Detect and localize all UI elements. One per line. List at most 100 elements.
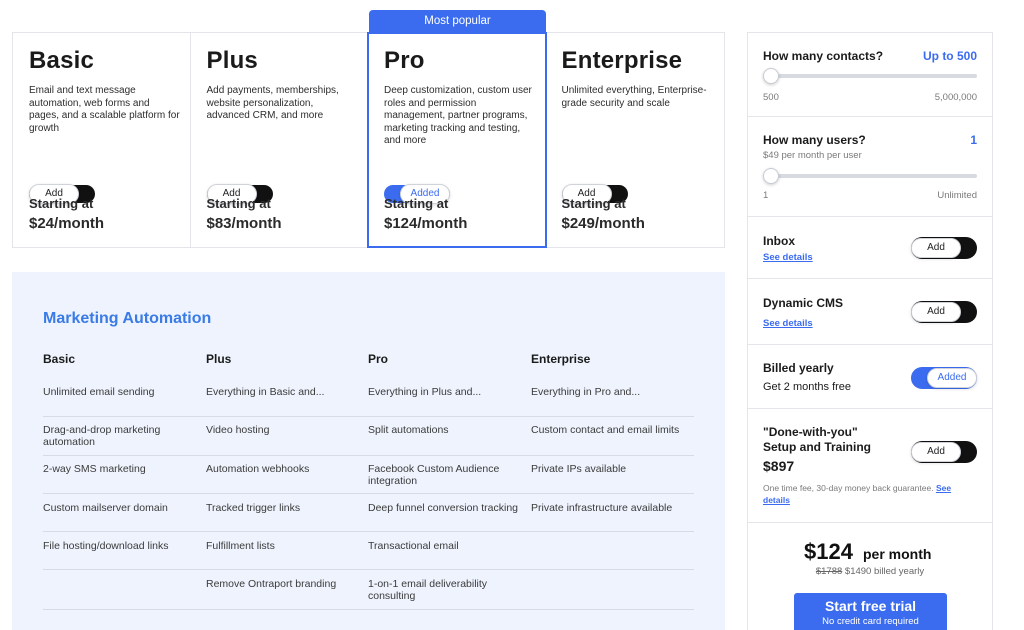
feature-cell: Deep funnel conversion tracking [368,502,519,514]
contacts-value: Up to 500 [922,49,977,63]
feature-row: Remove Ontraport branding 1-on-1 email d… [43,570,694,610]
feature-row: Unlimited email sending Everything in Ba… [43,378,694,417]
setup-add-toggle[interactable]: Add [911,441,977,463]
users-slider-thumb[interactable] [763,168,779,184]
setup-price: $897 [763,458,795,474]
users-label: How many users? [763,133,866,147]
feature-row: Custom mailserver domain Tracked trigger… [43,494,694,532]
feature-cell: Everything in Pro and... [531,386,641,398]
inbox-section: Inbox See details Add [748,217,992,279]
feature-cell: Everything in Basic and... [206,386,325,398]
plan-cards: Basic Email and text message automation,… [12,32,725,248]
users-value: 1 [970,133,977,147]
feature-row: 2-way SMS marketing Automation webhooks … [43,456,694,494]
price-lead: Starting at [561,196,626,211]
start-free-trial-button[interactable]: Start free trial No credit card required [794,593,947,630]
users-slider-track[interactable] [763,174,977,178]
total-billed-yearly: $1788 $1490 billed yearly [748,566,992,577]
feature-cell: 1-on-1 email deliverability consulting [368,578,488,602]
cms-section: Dynamic CMS See details Add [748,279,992,345]
feature-row: File hosting/download links Fulfillment … [43,532,694,570]
setup-note-text: One time fee, 30-day money back guarante… [763,483,934,493]
plan-description: Add payments, memberships, website perso… [206,85,339,121]
column-header-plus: Plus [206,352,232,366]
feature-cell: Tracked trigger links [206,502,301,514]
setup-label-line1: "Done-with-you" [763,425,858,439]
billing-section: Billed yearly Get 2 months free Added [748,345,992,409]
feature-cell: Drag-and-drop marketing automation [43,424,161,448]
plan-card-basic[interactable]: Basic Email and text message automation,… [13,33,191,247]
plan-name: Enterprise [561,47,683,74]
feature-cell: Everything in Plus and... [368,386,482,398]
plan-price: $24/month [29,215,105,232]
feature-comparison: Marketing Automation Basic Plus Pro Ente… [12,272,725,630]
feature-cell: Remove Ontraport branding [206,578,337,590]
plan-name: Plus [206,47,258,74]
most-popular-badge: Most popular [369,10,546,34]
plan-price: $249/month [561,215,645,232]
feature-cell: Private infrastructure available [531,502,673,514]
cms-see-details-link[interactable]: See details [763,318,813,329]
total-per-month: per month [863,546,932,562]
feature-cell: Unlimited email sending [43,386,155,398]
feature-cell: Video hosting [206,424,270,436]
toggle-label: Add [911,238,961,258]
feature-cell: Automation webhooks [206,463,310,475]
features-title: Marketing Automation [43,310,212,327]
plan-description: Unlimited everything, Enterprise-grade s… [561,85,707,109]
plan-price: $124/month [384,215,468,232]
original-yearly-price: $1788 [815,566,843,577]
feature-cell: Split automations [368,424,449,436]
feature-cell: File hosting/download links [43,540,169,552]
contacts-label: How many contacts? [763,49,884,63]
inbox-see-details-link[interactable]: See details [763,252,813,263]
plan-name: Pro [384,47,425,74]
feature-cell: Fulfillment lists [206,540,275,552]
plan-price: $83/month [206,215,282,232]
users-min: 1 [763,190,769,201]
billing-discount: Get 2 months free [763,381,852,393]
cms-add-toggle[interactable]: Add [911,301,977,323]
users-price-note: $49 per month per user [763,150,862,161]
price-lead: Starting at [29,196,94,211]
contacts-slider-thumb[interactable] [763,68,779,84]
contacts-slider-track[interactable] [763,74,977,78]
column-header-enterprise: Enterprise [531,352,591,366]
plan-card-pro[interactable]: Pro Deep customization, custom user role… [367,32,547,248]
feature-cell: Custom contact and email limits [531,424,680,436]
toggle-label: Add [911,442,961,462]
feature-cell: 2-way SMS marketing [43,463,146,475]
feature-cell: Custom mailserver domain [43,502,168,514]
feature-cell: Transactional email [368,540,459,552]
toggle-label: Added [927,368,977,388]
plan-name: Basic [29,47,95,74]
cta-sublabel: No credit card required [822,616,919,627]
plan-card-enterprise[interactable]: Enterprise Unlimited everything, Enterpr… [546,33,725,247]
billed-yearly-toggle[interactable]: Added [911,367,977,389]
discounted-yearly-price: $1490 billed yearly [844,566,925,577]
plan-card-plus[interactable]: Plus Add payments, memberships, website … [191,33,368,247]
users-section: How many users? 1 $49 per month per user… [748,117,992,217]
users-max: Unlimited [937,190,977,201]
feature-cell: Facebook Custom Audience integration [368,463,500,487]
plan-description: Email and text message automation, web f… [29,85,180,134]
plan-description: Deep customization, custom user roles an… [384,85,532,146]
contacts-min: 500 [763,92,779,103]
contacts-section: How many contacts? Up to 500 500 5,000,0… [748,33,992,117]
toggle-label: Add [911,302,961,322]
cms-label: Dynamic CMS [763,296,844,310]
cta-label: Start free trial [824,598,917,614]
column-header-pro: Pro [368,352,389,366]
total-price: $124 [804,539,853,564]
setup-section: "Done-with-you" Setup and Training $897 … [748,409,992,523]
order-summary-sidebar: How many contacts? Up to 500 500 5,000,0… [747,32,993,630]
price-lead: Starting at [206,196,271,211]
inbox-add-toggle[interactable]: Add [911,237,977,259]
feature-cell: Private IPs available [531,463,627,475]
feature-row: Drag-and-drop marketing automation Video… [43,417,694,456]
setup-label-line2: Setup and Training [763,440,872,454]
billing-label: Billed yearly [763,361,834,375]
contacts-max: 5,000,000 [934,92,977,103]
setup-note: One time fee, 30-day money back guarante… [763,482,978,506]
inbox-label: Inbox [763,234,795,248]
